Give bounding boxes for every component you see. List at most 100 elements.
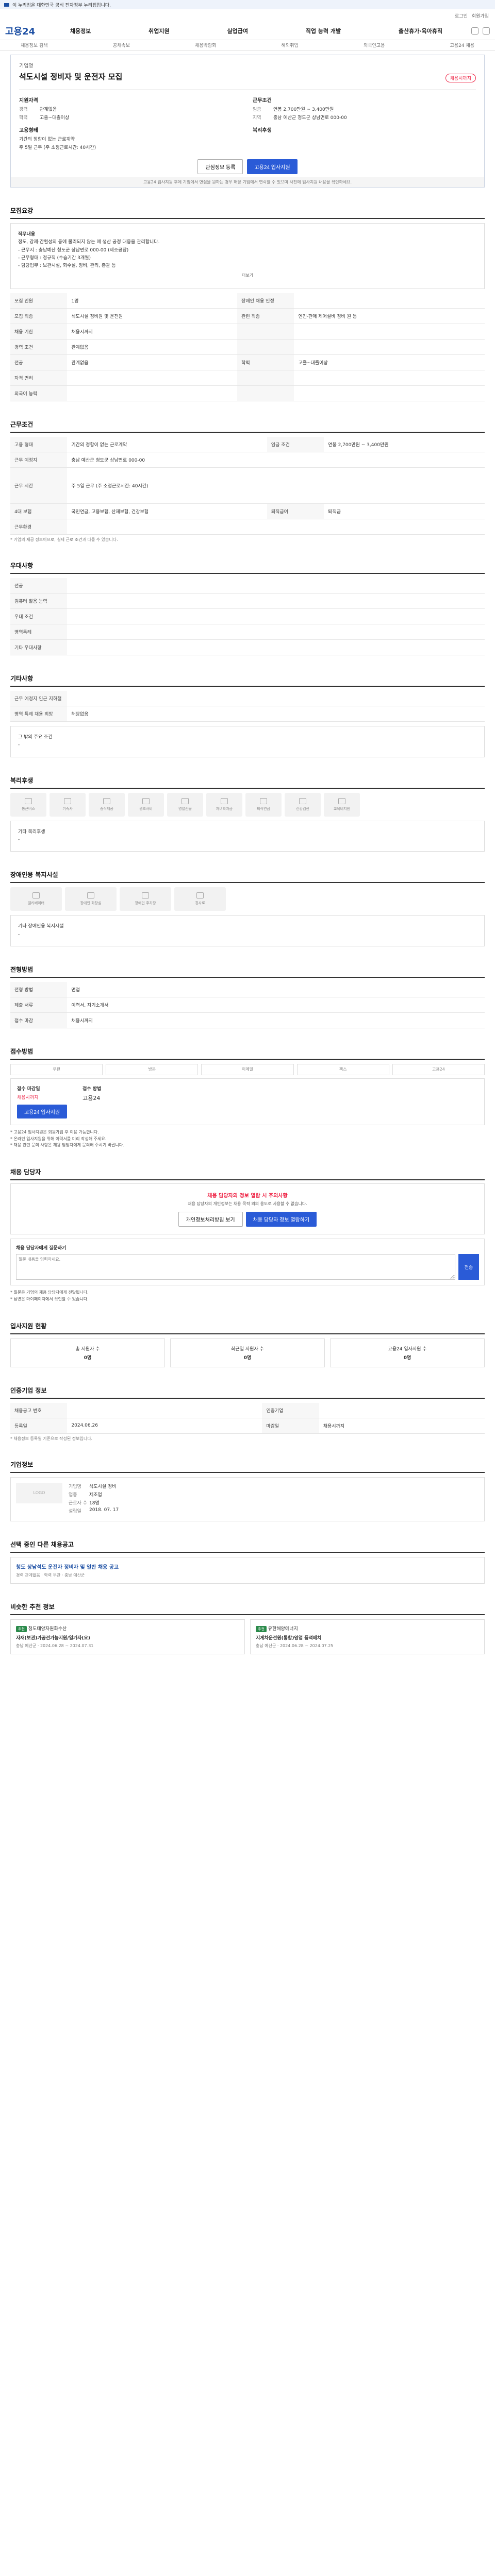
screen-section: 전형방법 전형 방법 면접 제출 서류 이력서, 자기소개서 접수 마감 채용시까지 — [10, 965, 485, 1028]
site-logo[interactable]: 고용24 — [5, 24, 41, 38]
status-card: 고용24 입사지원 수 0명 — [330, 1338, 485, 1367]
similar-title[interactable]: 자재(보관)가공전가능지원/일가자(요) — [16, 1634, 239, 1641]
table-row: 전공 — [10, 578, 485, 594]
table-row: 전형 방법 면접 — [10, 981, 485, 997]
subnav-item[interactable]: 고용24 채용 — [450, 42, 474, 48]
etc-section: 기타사항 근무 예정지 인근 지하철 병역 특례 채용 희망 해당없음 그 밖의 … — [10, 674, 485, 757]
facility-label: 장애인 화장실 — [80, 901, 102, 906]
subnav-item[interactable]: 해외취업 — [282, 42, 299, 48]
th: 근무 예정지 인근 지하철 — [10, 691, 68, 707]
elevator-icon — [32, 892, 40, 899]
disabled-extra-value: - — [18, 931, 20, 937]
facility-label: 엘리베이터 — [27, 901, 45, 906]
td: 채용시까지 — [319, 1418, 485, 1434]
td: 고졸~대졸이상 — [294, 354, 485, 371]
th: 등록일 — [10, 1418, 68, 1434]
section-title: 우대사항 — [10, 561, 485, 574]
similar-card[interactable]: 추천 청도태양자원화수산 자재(보관)가공전가능지원/일가자(요) 충남 예산군… — [10, 1619, 245, 1654]
send-button[interactable]: 전송 — [458, 1254, 479, 1280]
privacy-button[interactable]: 개인정보처리방침 보기 — [178, 1212, 243, 1227]
qual-value: 관계없음 — [40, 107, 57, 112]
menu-icon[interactable] — [483, 27, 490, 35]
desc-line: - 근무형태 : 정규직 (수습기간 3개월) — [18, 255, 91, 261]
search-icon[interactable] — [471, 27, 478, 35]
td — [67, 370, 238, 386]
table-row: 우대 조건 — [10, 608, 485, 625]
td — [319, 1402, 485, 1418]
desc-title: 직무내용 — [18, 232, 36, 237]
apply-button[interactable]: 고용24 입사지원 — [247, 159, 298, 174]
section-title: 기업정보 — [10, 1460, 485, 1473]
status-label: 최근일 지원자 수 — [231, 1346, 264, 1352]
facility-item: 경사로 — [174, 887, 226, 911]
inquiry-textarea[interactable] — [16, 1254, 455, 1280]
welfare-item: 자녀학자금 — [206, 792, 242, 817]
subnav-item[interactable]: 공채속보 — [113, 42, 130, 48]
subnav-item[interactable]: 채용박람회 — [195, 42, 216, 48]
school-icon — [221, 798, 228, 804]
bus-icon — [25, 798, 32, 804]
deadline-badge: 채용시까지 — [445, 74, 476, 82]
similar-card[interactable]: 추천 유한해양에너지 지게차운전원(통합)영업 품석배치 충남 예산군 · 20… — [250, 1619, 485, 1654]
qual-title: 지원자격 — [19, 98, 38, 104]
info-note: * 채용정보 등록일 기준으로 작성된 정보입니다. — [10, 1436, 93, 1441]
gnb-item-benefit[interactable]: 실업급여 — [227, 27, 248, 35]
welfare-label: 교육비지원 — [333, 806, 351, 811]
subnav-item[interactable]: 채용정보 검색 — [21, 42, 48, 48]
method-title: 접수 방법 — [82, 1086, 102, 1092]
th: 접수 마감 — [10, 1012, 68, 1028]
warning-title: 채용 담당자의 정보 열람 시 주의사항 — [207, 1193, 288, 1199]
interest-button[interactable]: 관심정보 등록 — [197, 159, 243, 174]
td — [294, 385, 485, 402]
desc-line: 정도, 강제·간헐성의 등에 물리되지 않는 매 생산 공정 대응을 관리합니다… — [18, 240, 160, 245]
gnb-item-training[interactable]: 직업 능력 개발 — [306, 27, 341, 35]
company-value: 2018. 07. 17 — [89, 1507, 119, 1513]
th: 인증기업 — [262, 1402, 319, 1418]
warning-text: 채용 담당자의 개인정보는 채용 목적 외의 용도로 사용할 수 없습니다. — [188, 1201, 307, 1207]
qualification-col: 지원자격 경력 관계없음 학력 고졸~대졸이상 고용형태 기간의 정함이 없는 근로… — [19, 96, 242, 152]
info-section: 인증기업 정보 채용공고 번호 인증기업 등록일 2024.06.26 마감일 채용시까… — [10, 1386, 485, 1442]
similar-title[interactable]: 지게차운전원(통합)영업 품석배치 — [256, 1634, 479, 1641]
section-title: 기타사항 — [10, 674, 485, 687]
apply-online-button[interactable]: 고용24 입사지원 — [17, 1104, 68, 1118]
other-job-card[interactable]: 청도 상남석도 운전자 정비자 및 일반 채용 공고 경력 관계없음 · 학력 … — [10, 1556, 485, 1584]
td: 충남 예산군 청도군 상남면로 000-00 — [67, 452, 485, 468]
global-nav: 고용24 채용정보 취업지원 실업급여 직업 능력 개발 출산휴가·육아휴직 — [0, 22, 495, 40]
welfare-label: 명절선물 — [178, 806, 192, 811]
recruit-section: 모집요강 직무내용 정도, 강제·간헐성의 등에 물리되지 않는 매 생산 공정… — [10, 206, 485, 402]
util-join[interactable]: 회원가입 — [472, 12, 489, 19]
td: 채용시까지 — [67, 324, 238, 340]
method-email: 이메일 — [201, 1063, 294, 1075]
th: 전형 방법 — [10, 981, 68, 997]
method-visit: 방문 — [106, 1063, 199, 1075]
welfare-item: 기숙사 — [50, 792, 86, 817]
job-title: 석도시설 정비자 및 운전자 모집 — [19, 72, 123, 81]
gnb-item-leave[interactable]: 출산휴가·육아휴직 — [399, 27, 442, 35]
qual-key: 경력 — [19, 107, 28, 112]
section-title: 모집요강 — [10, 206, 485, 219]
more-button[interactable]: 더보기 — [18, 270, 477, 281]
util-login[interactable]: 로그인 — [455, 12, 468, 19]
th — [237, 370, 294, 386]
view-contact-button[interactable]: 채용 담당자 정보 열람하기 — [245, 1212, 317, 1227]
td — [67, 691, 485, 707]
subnav-item[interactable]: 외국인고용 — [364, 42, 385, 48]
similar-row: 추천 청도태양자원화수산 자재(보관)가공전가능지원/일가자(요) 충남 예산군… — [10, 1619, 485, 1654]
other-job-title[interactable]: 청도 상남석도 운전자 정비자 및 일반 채용 공고 — [16, 1563, 119, 1570]
table-row: 고용 형태 기간의 정함이 없는 근로계약 임금 조건 연봉 2,700만원 ~ 3,… — [10, 437, 485, 453]
welfare-item: 중식제공 — [89, 792, 125, 817]
th — [237, 339, 294, 355]
th: 병역특례 — [10, 624, 68, 640]
facility-label: 경사로 — [195, 901, 205, 906]
status-row: 총 지원자 수 0명 최근일 지원자 수 0명 고용24 입사지원 수 0명 — [10, 1338, 485, 1367]
welfare-label: 기숙사 — [62, 806, 73, 811]
etc-note-box: 그 밖의 주요 조건 - — [10, 726, 485, 757]
method-online: 고용24 — [392, 1063, 485, 1075]
th: 경력 조건 — [10, 339, 68, 355]
gnb-item-support[interactable]: 취업지원 — [148, 27, 169, 35]
td — [294, 293, 485, 309]
th: 장애인 채용 인정 — [237, 293, 294, 309]
section-title: 장애인용 복지시설 — [10, 870, 485, 884]
section-title: 선택 중인 다른 채용공고 — [10, 1540, 485, 1553]
gnb-item-jobs[interactable]: 채용정보 — [70, 27, 91, 35]
